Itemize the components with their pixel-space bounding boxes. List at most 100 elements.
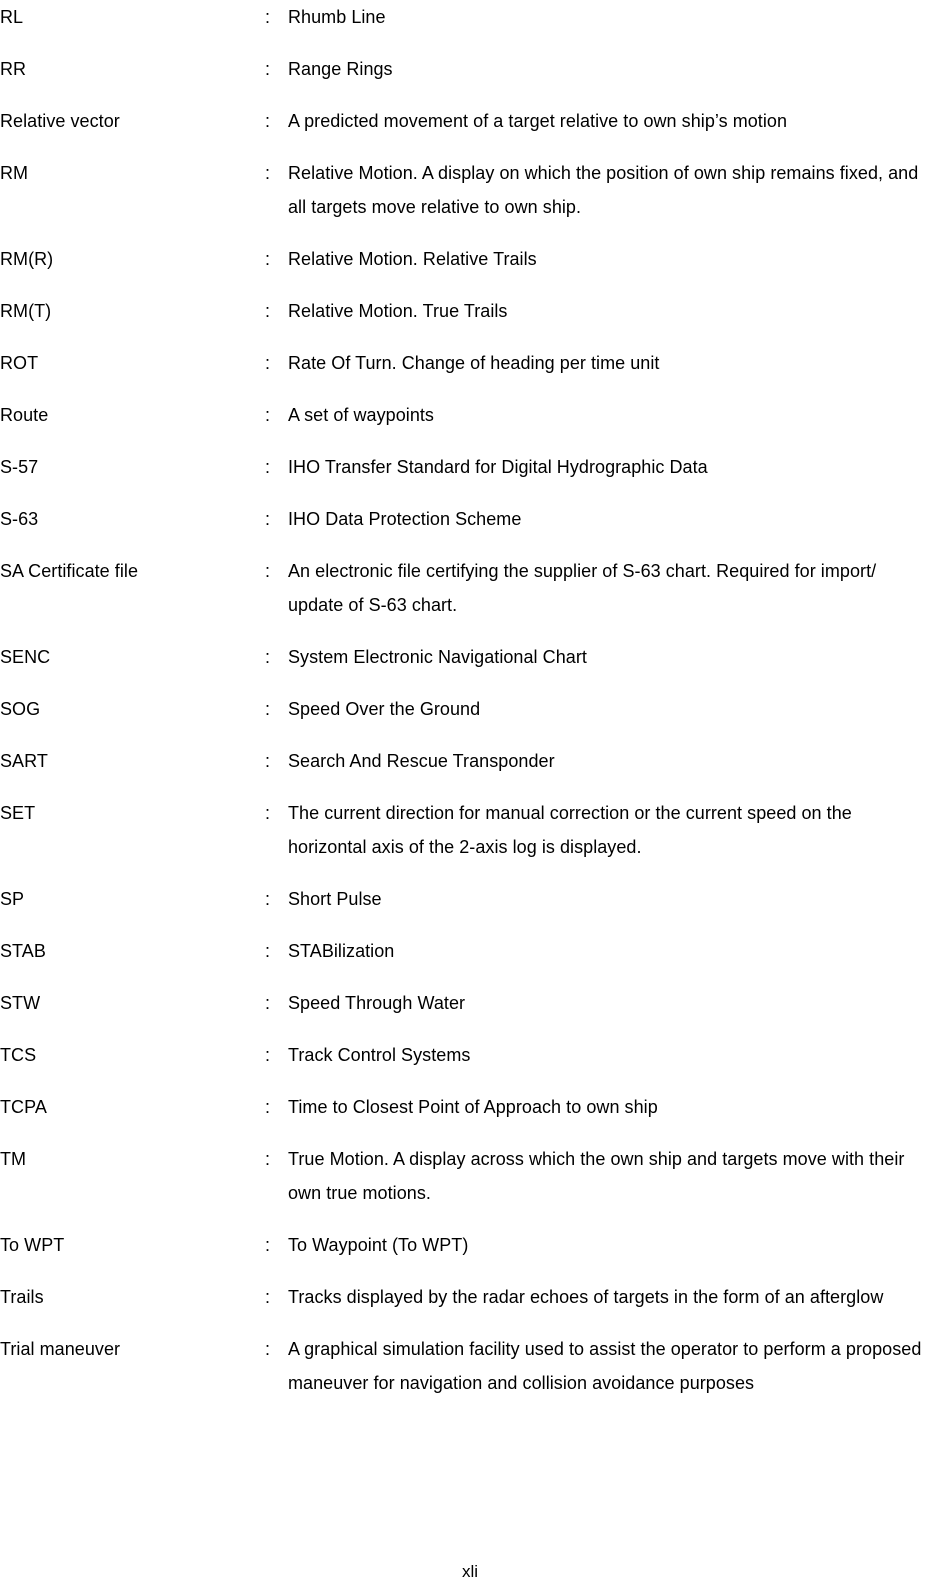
glossary-separator: : — [265, 1045, 271, 1065]
glossary-term: Route — [0, 405, 49, 425]
glossary-term: RM(T) — [0, 301, 52, 321]
document-page: RL : Rhumb Line RR : Range Rings Relativ… — [0, 0, 940, 1592]
glossary-term: RR — [0, 59, 27, 79]
entry-gap — [0, 86, 940, 104]
glossary-term: S-63 — [0, 509, 39, 529]
glossary-separator: : — [265, 111, 271, 131]
glossary-list: RL : Rhumb Line RR : Range Rings Relativ… — [0, 0, 940, 1400]
glossary-separator: : — [265, 7, 271, 27]
entry-gap — [0, 328, 940, 346]
glossary-separator: : — [265, 1097, 271, 1117]
entry-gap — [0, 276, 940, 294]
glossary-entry: SENC : System Electronic Navigational Ch… — [0, 640, 940, 674]
entry-gap — [0, 726, 940, 744]
glossary-entry: Trails : Tracks displayed by the radar e… — [0, 1280, 940, 1314]
glossary-definition: STABilization — [288, 941, 395, 961]
glossary-entry: To WPT : To Waypoint (To WPT) — [0, 1228, 940, 1262]
glossary-separator: : — [265, 457, 271, 477]
glossary-entry: SA Certificate file : An electronic file… — [0, 554, 940, 622]
glossary-entry: Trial maneuver : A graphical simulation … — [0, 1332, 940, 1400]
glossary-definition: Tracks displayed by the radar echoes of … — [288, 1287, 884, 1307]
glossary-definition: Rhumb Line — [288, 7, 386, 27]
entry-gap — [0, 674, 940, 692]
glossary-term: ROT — [0, 353, 39, 373]
glossary-definition: Time to Closest Point of Approach to own… — [288, 1097, 658, 1117]
glossary-definition: Speed Over the Ground — [288, 699, 481, 719]
glossary-term: SA Certificate file — [0, 561, 139, 581]
glossary-separator: : — [265, 353, 271, 373]
glossary-entry: S-57 : IHO Transfer Standard for Digital… — [0, 450, 940, 484]
page-number: xli — [461, 1562, 479, 1581]
glossary-entry: RM(R) : Relative Motion. Relative Trails — [0, 242, 940, 276]
glossary-definition: A graphical simulation facility used to … — [288, 1339, 922, 1393]
glossary-entry: RR : Range Rings — [0, 52, 940, 86]
glossary-definition: Speed Through Water — [288, 993, 466, 1013]
glossary-term: RM — [0, 163, 29, 183]
glossary-entry: SOG : Speed Over the Ground — [0, 692, 940, 726]
glossary-definition: An electronic file certifying the suppli… — [288, 561, 877, 615]
glossary-separator: : — [265, 59, 271, 79]
glossary-separator: : — [265, 1287, 271, 1307]
glossary-term: To WPT — [0, 1235, 65, 1255]
glossary-entry: TM : True Motion. A display across which… — [0, 1142, 940, 1210]
glossary-separator: : — [265, 647, 271, 667]
glossary-term: SET — [0, 803, 36, 823]
glossary-term: SP — [0, 889, 25, 909]
glossary-term: Trails — [0, 1287, 44, 1307]
entry-gap — [0, 1314, 940, 1332]
entry-gap — [0, 1072, 940, 1090]
glossary-definition: Rate Of Turn. Change of heading per time… — [288, 353, 660, 373]
glossary-definition: True Motion. A display across which the … — [288, 1149, 905, 1203]
glossary-entry: RM : Relative Motion. A display on which… — [0, 156, 940, 224]
glossary-separator: : — [265, 509, 271, 529]
glossary-definition: IHO Data Protection Scheme — [288, 509, 522, 529]
entry-gap — [0, 778, 940, 796]
glossary-definition: A set of waypoints — [288, 405, 434, 425]
glossary-separator: : — [265, 561, 271, 581]
entry-gap — [0, 536, 940, 554]
entry-gap — [0, 968, 940, 986]
glossary-separator: : — [265, 405, 271, 425]
glossary-term: TM — [0, 1149, 27, 1169]
entry-gap — [0, 864, 940, 882]
entry-gap — [0, 1262, 940, 1280]
entry-gap — [0, 34, 940, 52]
glossary-term: STAB — [0, 941, 46, 961]
glossary-term: TCPA — [0, 1097, 47, 1117]
glossary-term: S-57 — [0, 457, 39, 477]
glossary-entry: RM(T) : Relative Motion. True Trails — [0, 294, 940, 328]
glossary-entry: STW : Speed Through Water — [0, 986, 940, 1020]
glossary-separator: : — [265, 803, 271, 823]
glossary-definition: Range Rings — [288, 59, 393, 79]
glossary-definition: The current direction for manual correct… — [288, 803, 852, 857]
glossary-definition: Track Control Systems — [288, 1045, 471, 1065]
glossary-term: Trial maneuver — [0, 1339, 121, 1359]
glossary-separator: : — [265, 699, 271, 719]
glossary-definition: System Electronic Navigational Chart — [288, 647, 587, 667]
glossary-separator: : — [265, 1149, 271, 1169]
glossary-entry: S-63 : IHO Data Protection Scheme — [0, 502, 940, 536]
glossary-separator: : — [265, 889, 271, 909]
glossary-definition: Relative Motion. True Trails — [288, 301, 508, 321]
entry-gap — [0, 138, 940, 156]
glossary-separator: : — [265, 1235, 271, 1255]
glossary-term: Relative vector — [0, 111, 120, 131]
entry-gap — [0, 1020, 940, 1038]
glossary-definition: IHO Transfer Standard for Digital Hydrog… — [288, 457, 708, 477]
glossary-entry: SET : The current direction for manual c… — [0, 796, 940, 864]
glossary-term: RL — [0, 7, 24, 27]
entry-gap — [0, 380, 940, 398]
glossary-term: SOG — [0, 699, 41, 719]
glossary-definition: Short Pulse — [288, 889, 382, 909]
entry-gap — [0, 432, 940, 450]
glossary-entry: TCPA : Time to Closest Point of Approach… — [0, 1090, 940, 1124]
glossary-separator: : — [265, 249, 271, 269]
glossary-definition: Relative Motion. Relative Trails — [288, 249, 537, 269]
glossary-entry: TCS : Track Control Systems — [0, 1038, 940, 1072]
glossary-entry: STAB : STABilization — [0, 934, 940, 968]
glossary-separator: : — [265, 163, 271, 183]
entry-gap — [0, 622, 940, 640]
glossary-term: RM(R) — [0, 249, 54, 269]
glossary-separator: : — [265, 301, 271, 321]
glossary-definition: A predicted movement of a target relativ… — [288, 111, 788, 131]
